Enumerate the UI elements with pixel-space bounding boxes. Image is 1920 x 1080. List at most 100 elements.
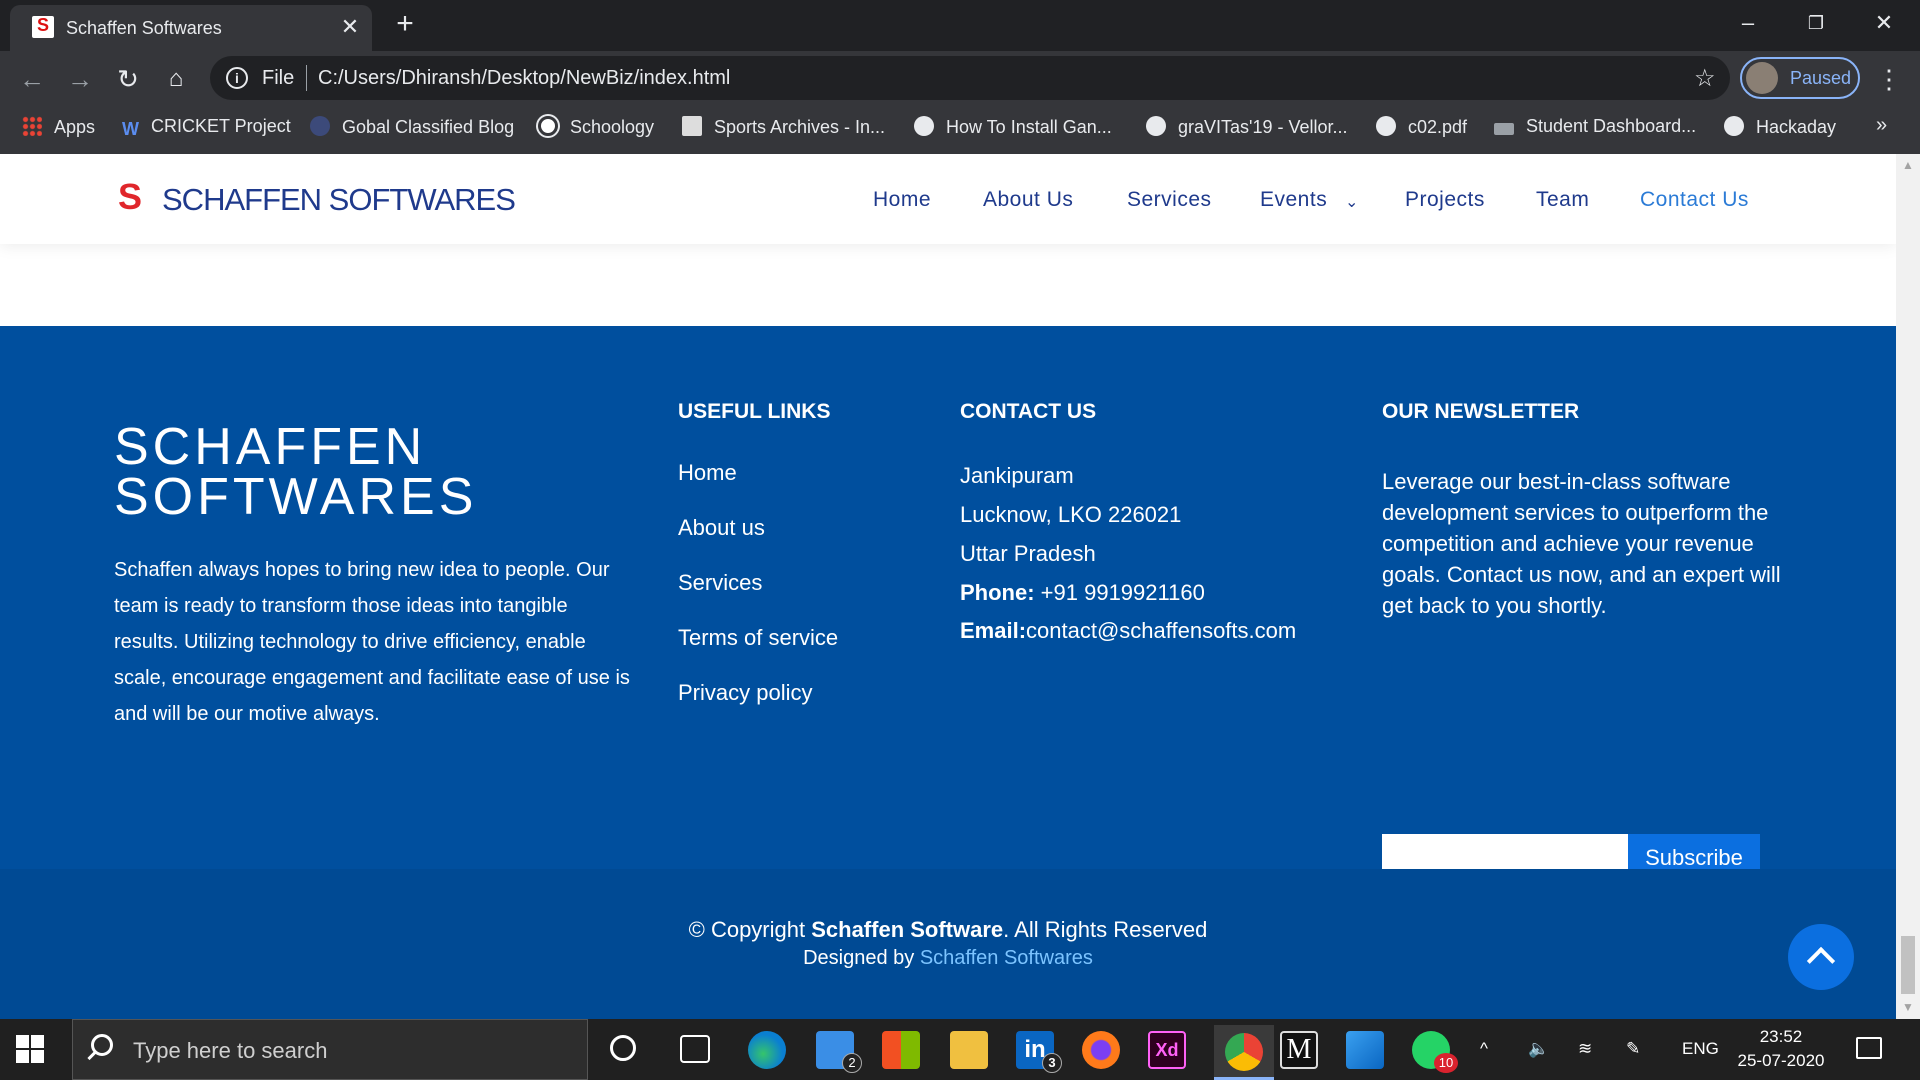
close-tab-icon[interactable]: ✕ (336, 13, 364, 41)
url-text[interactable]: C:/Users/Dhiransh/Desktop/NewBiz/index.h… (318, 67, 730, 90)
chrome-icon (1225, 1033, 1263, 1071)
url-divider (306, 65, 307, 91)
linkedin-badge: 3 (1042, 1053, 1062, 1073)
bookmark-classified-blog[interactable]: Gobal Classified Blog (310, 116, 514, 142)
adobe-xd-icon[interactable]: Xd (1148, 1031, 1186, 1069)
address-line: Lucknow, LKO 226021 (960, 502, 1182, 527)
designed-by-link[interactable]: Schaffen Softwares (920, 947, 1093, 969)
site-header: S SCHAFFEN SOFTWARES Home About Us Servi… (0, 154, 1896, 244)
clock-time: 23:52 (1759, 1027, 1803, 1046)
bookmark-sports[interactable]: Sports Archives - In... (682, 116, 885, 142)
footer-link-services[interactable]: Services (678, 570, 762, 596)
footer-top: SCHAFFEN SOFTWARES Schaffen always hopes… (0, 326, 1896, 934)
copyright-text: © Copyright Schaffen Software. All Right… (0, 917, 1896, 943)
linkedin-app-icon[interactable]: in 3 (1016, 1031, 1062, 1073)
back-to-top-button[interactable] (1788, 924, 1854, 990)
bookmark-star-icon[interactable]: ☆ (1694, 64, 1716, 93)
file-explorer-icon[interactable] (950, 1031, 988, 1069)
email-address[interactable]: contact@schaffensofts.com (1026, 618, 1296, 643)
copyright-company: Schaffen Software (811, 917, 1004, 942)
bookmark-cricket[interactable]: W CRICKET Project (122, 116, 291, 142)
footer-link-home[interactable]: Home (678, 460, 737, 486)
windows-logo-icon (31, 1050, 44, 1063)
bookmark-gravitas[interactable]: graVITas'19 - Vellor... (1146, 116, 1348, 142)
nav-home[interactable]: Home (873, 188, 931, 212)
minimize-button[interactable]: – (1728, 6, 1768, 40)
chrome-taskbar-button[interactable] (1214, 1025, 1274, 1080)
scroll-up-arrow-icon[interactable]: ▲ (1902, 158, 1914, 172)
more-bookmarks-icon[interactable]: » (1876, 114, 1887, 137)
browser-tab[interactable]: Schaffen Softwares ✕ (10, 5, 372, 51)
pen-icon[interactable]: ✎ (1626, 1039, 1640, 1059)
back-button[interactable]: ← (14, 62, 50, 96)
medium-icon[interactable]: M (1280, 1031, 1318, 1069)
profile-status: Paused (1790, 68, 1852, 88)
reload-button[interactable]: ↻ (110, 62, 146, 96)
whatsapp-icon[interactable]: 10 (1412, 1031, 1458, 1073)
taskbar-search[interactable]: Type here to search (72, 1019, 588, 1080)
globe-icon (1146, 116, 1166, 136)
footer-link-about[interactable]: About us (678, 515, 765, 541)
browser-tabstrip: Schaffen Softwares ✕ + – ❐ ✕ (0, 0, 1920, 51)
edge-icon[interactable] (748, 1031, 786, 1069)
browser-menu-icon[interactable]: ⋮ (1876, 62, 1902, 96)
scrollbar-thumb[interactable] (1901, 936, 1915, 994)
schoology-icon (538, 116, 558, 136)
task-view-icon[interactable] (680, 1035, 710, 1063)
page-scrollbar[interactable]: ▲ ▼ (1896, 154, 1920, 1019)
mail-badge: 2 (842, 1053, 862, 1073)
notification-center-icon[interactable] (1856, 1037, 1882, 1059)
footer-link-terms[interactable]: Terms of service (678, 625, 838, 651)
nav-team[interactable]: Team (1536, 188, 1589, 212)
nav-contact-us[interactable]: Contact Us (1640, 188, 1749, 212)
nav-services[interactable]: Services (1127, 188, 1212, 212)
profile-button[interactable]: Paused (1740, 57, 1860, 99)
show-hidden-icons-chevron-icon[interactable]: ^ (1480, 1039, 1488, 1059)
bookmark-apps[interactable]: Apps (22, 116, 95, 142)
scroll-down-arrow-icon[interactable]: ▼ (1902, 1000, 1914, 1014)
restore-button[interactable]: ❐ (1796, 6, 1836, 40)
close-window-button[interactable]: ✕ (1864, 6, 1904, 40)
info-icon[interactable]: i (226, 67, 248, 89)
wifi-icon[interactable]: ≋ (1578, 1039, 1592, 1059)
new-tab-button[interactable]: + (390, 9, 420, 39)
volume-muted-icon[interactable]: 🔈 (1528, 1039, 1549, 1059)
store-icon[interactable] (882, 1031, 920, 1069)
newsletter-text: Leverage our best-in-class software deve… (1382, 469, 1781, 618)
designed-by-prefix: Designed by (803, 947, 920, 969)
phone-number: +91 9919921160 (1034, 580, 1205, 605)
bookmark-c02-pdf[interactable]: c02.pdf (1376, 116, 1467, 142)
email-label: Email: (960, 618, 1027, 643)
bookmark-label: graVITas'19 - Vellor... (1178, 117, 1348, 137)
firefox-icon[interactable] (1082, 1031, 1120, 1069)
forward-button[interactable]: → (62, 62, 98, 96)
mail-icon[interactable]: 2 (816, 1031, 862, 1073)
nav-about-us[interactable]: About Us (983, 188, 1073, 212)
blog-icon (310, 116, 330, 136)
bookmarks-bar: Apps W CRICKET Project Gobal Classified B… (0, 108, 1920, 150)
chevron-down-icon[interactable]: ⌄ (1345, 192, 1358, 212)
address-bar[interactable]: i File C:/Users/Dhiransh/Desktop/NewBiz/… (210, 56, 1730, 100)
clock-date: 25-07-2020 (1737, 1051, 1825, 1070)
bookmark-student-dashboard[interactable]: Student Dashboard... (1494, 116, 1696, 142)
start-button[interactable] (16, 1035, 44, 1063)
home-button[interactable]: ⌂ (158, 62, 194, 96)
bookmark-how-to-install[interactable]: How To Install Gan... (914, 116, 1112, 142)
globe-icon (1724, 116, 1744, 136)
logo-text[interactable]: SCHAFFEN SOFTWARES (162, 182, 516, 218)
tab-title: Schaffen Softwares (66, 18, 222, 38)
footer-link-privacy[interactable]: Privacy policy (678, 680, 812, 706)
bookmark-hackaday[interactable]: Hackaday (1724, 116, 1836, 142)
bookmark-schoology[interactable]: Schoology (538, 116, 654, 142)
nav-projects[interactable]: Projects (1405, 188, 1485, 212)
footer-brand-line1: SCHAFFEN (114, 418, 427, 476)
language-indicator[interactable]: ENG (1682, 1039, 1719, 1059)
nav-events[interactable]: Events (1260, 188, 1327, 212)
cortana-icon[interactable] (610, 1035, 636, 1061)
phone-label: Phone: (960, 580, 1035, 605)
taskbar-clock[interactable]: 23:52 25-07-2020 (1726, 1025, 1836, 1073)
copyright-prefix: © Copyright (688, 917, 812, 942)
logo-icon[interactable]: S (118, 176, 150, 217)
vscode-icon[interactable] (1346, 1031, 1384, 1069)
bookmark-label: Hackaday (1756, 117, 1837, 137)
